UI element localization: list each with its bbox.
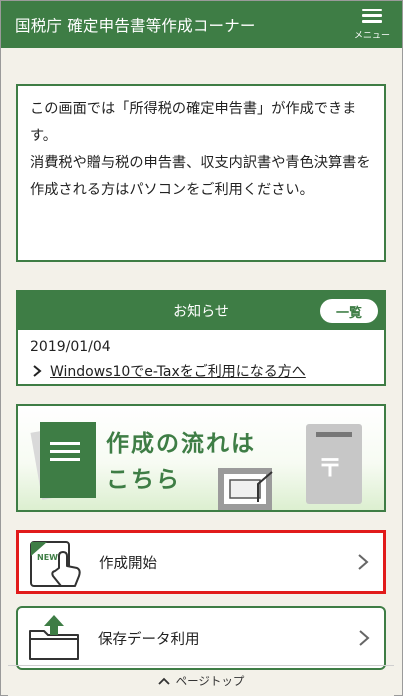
flow-banner[interactable]: 作成の流れは こちら 〒 [16, 404, 386, 512]
chevron-up-icon [157, 677, 170, 685]
news-list-button[interactable]: 一覧 [320, 299, 378, 323]
new-badge: NEW [37, 553, 58, 562]
menu-label: メニュー [353, 30, 390, 41]
banner-line-1: 作成の流れは [106, 431, 256, 457]
postal-mark-icon: 〒 [318, 454, 342, 482]
page-top-label: ページトップ [175, 674, 245, 688]
start-creation-label: 作成開始 [99, 555, 157, 572]
start-creation-button[interactable]: NEW 作成開始 [16, 530, 386, 594]
notice-line-1: この画面では「所得税の確定申告書」が作成できます。 [30, 101, 357, 144]
banner-text: 作成の流れは こちら [106, 426, 256, 498]
app-header: 国税庁 確定申告書等作成コーナー メニュー [1, 1, 402, 48]
use-saved-data-button[interactable]: 保存データ利用 [16, 606, 386, 670]
news-heading: お知らせ [173, 304, 229, 320]
notice-line-2: 消費税や贈与税の申告書、収支内訳書や青色決算書を作成される方はパソコンをご利用く… [30, 155, 371, 198]
new-document-icon: NEW [19, 533, 91, 591]
use-saved-data-label: 保存データ利用 [98, 631, 200, 648]
main-content: この画面では「所得税の確定申告書」が作成できます。 消費税や贈与税の申告書、収支… [8, 48, 394, 696]
footer-divider [8, 665, 394, 666]
folder-upload-icon [18, 608, 90, 668]
news-link-text: Windows10でe-Taxをご利用になる方へ [50, 364, 306, 380]
app-title: 国税庁 確定申告書等作成コーナー [15, 16, 256, 35]
hamburger-icon [362, 8, 382, 23]
news-panel: お知らせ 一覧 2019/01/04 Windows10でe-Taxをご利用にな… [16, 290, 386, 386]
notice-box: この画面では「所得税の確定申告書」が作成できます。 消費税や贈与税の申告書、収支… [16, 84, 386, 262]
chevron-right-icon [359, 630, 370, 646]
chevron-right-icon [33, 365, 42, 377]
news-header: お知らせ 一覧 [18, 292, 384, 330]
menu-button[interactable]: メニュー [350, 3, 394, 47]
chevron-right-icon [358, 554, 369, 570]
news-link[interactable]: Windows10でe-Taxをご利用になる方へ [18, 355, 384, 381]
banner-line-2: こちら [106, 467, 181, 493]
news-date: 2019/01/04 [30, 339, 111, 355]
page-top-link[interactable]: ページトップ [8, 670, 394, 692]
